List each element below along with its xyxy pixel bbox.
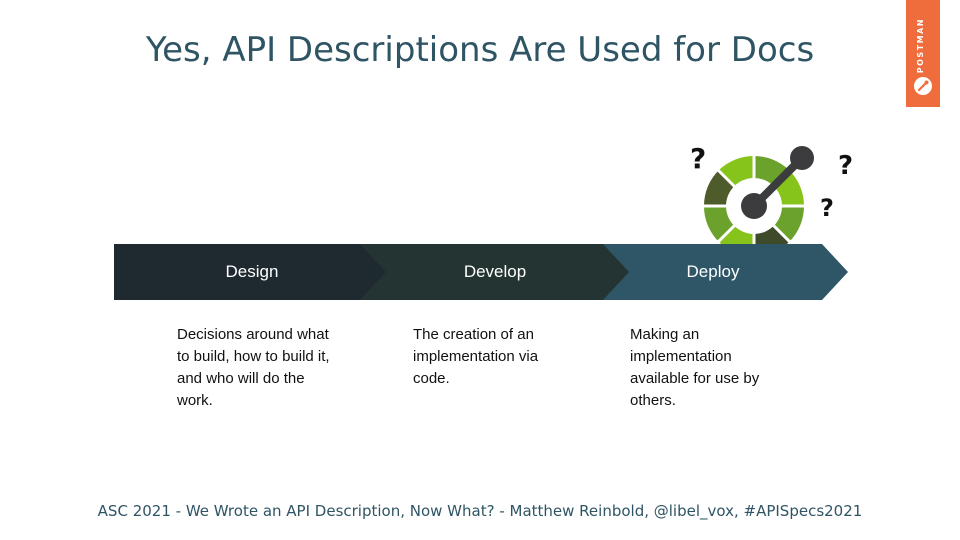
stage-label-develop: Develop bbox=[463, 262, 527, 281]
deploy-description-line: Making an bbox=[630, 326, 700, 343]
question-mark-lower: ? bbox=[820, 194, 834, 222]
design-description-line: to build, how to build it, bbox=[177, 348, 330, 365]
develop-description-line: code. bbox=[413, 370, 450, 387]
develop-description-line: The creation of an bbox=[413, 326, 534, 343]
design-description: Decisions around what to build, how to b… bbox=[177, 324, 367, 412]
stage-label-design: Design bbox=[225, 262, 279, 281]
deploy-description-line: others. bbox=[630, 392, 676, 409]
design-description-line: and who will do the bbox=[177, 370, 305, 387]
stage-label-deploy: Deploy bbox=[686, 262, 740, 281]
develop-description: The creation of an implementation via co… bbox=[413, 324, 583, 390]
deploy-description-line: available for use by bbox=[630, 370, 760, 387]
develop-description-line: implementation via bbox=[413, 348, 539, 365]
openapi-logo-icon: ? ? ? bbox=[690, 142, 853, 244]
deploy-description: Making an implementation available for u… bbox=[630, 324, 800, 412]
question-mark-left: ? bbox=[690, 142, 706, 175]
deploy-description-line: implementation bbox=[630, 348, 732, 365]
design-description-line: Decisions around what bbox=[177, 326, 329, 343]
question-mark-right: ? bbox=[838, 151, 853, 181]
slide-footer: ASC 2021 - We Wrote an API Description, … bbox=[97, 502, 863, 520]
design-description-line: work. bbox=[177, 392, 213, 409]
